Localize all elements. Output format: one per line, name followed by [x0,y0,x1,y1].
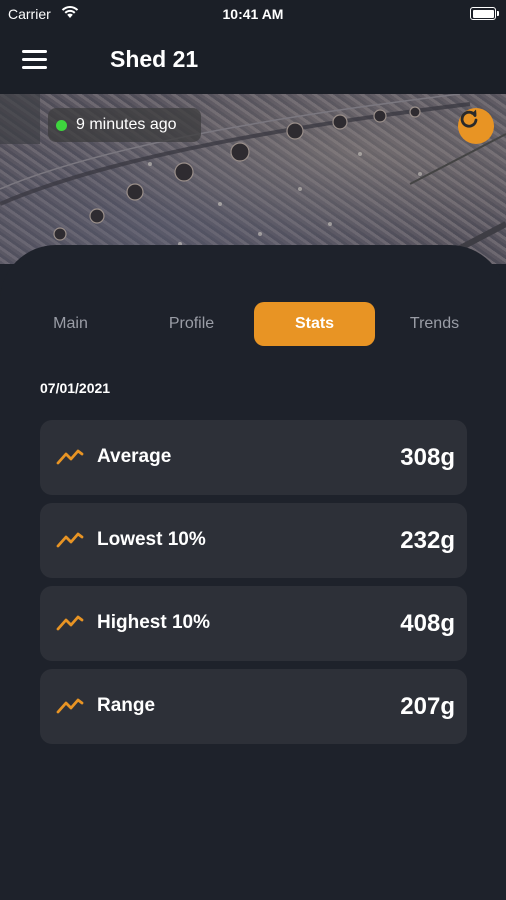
trend-line-icon [56,615,84,631]
stat-value: 408g [400,610,455,637]
tab-profile[interactable]: Profile [131,302,252,346]
stats-date: 07/01/2021 [40,380,111,396]
clock: 10:41 AM [222,6,284,22]
last-updated-text: 9 minutes ago [76,116,177,133]
trend-line-icon [56,532,84,548]
last-updated-badge: 9 minutes ago [48,108,201,142]
stat-row-average: Average 308g [40,420,467,495]
stat-label: Average [97,446,172,467]
app-header: Shed 21 [0,28,506,94]
stat-label: Range [97,695,156,716]
stat-value: 232g [400,527,455,554]
camera-feed-image: 9 minutes ago [0,94,506,264]
tab-bar: Main Profile Stats Trends [10,302,496,346]
tab-main[interactable]: Main [10,302,131,346]
refresh-icon [460,109,478,128]
stat-value: 308g [400,444,455,471]
stat-row-range: Range 207g [40,669,467,744]
tab-trends[interactable]: Trends [374,302,495,346]
stat-row-lowest: Lowest 10% 232g [40,503,467,578]
stat-row-highest: Highest 10% 408g [40,586,467,661]
trend-line-icon [56,449,84,465]
stat-value: 207g [400,693,455,720]
stat-label: Lowest 10% [97,529,206,550]
trend-line-icon [56,698,84,714]
refresh-button[interactable] [458,108,494,144]
content-panel: Main Profile Stats Trends 07/01/2021 Ave… [0,245,506,900]
online-status-dot [56,119,67,131]
status-bar: Carrier 10:41 AM [0,0,506,28]
page-title: Shed 21 [110,46,199,72]
hamburger-menu-icon[interactable] [22,50,47,70]
stat-label: Highest 10% [97,612,210,633]
tab-stats[interactable]: Stats [254,302,375,346]
battery-icon [470,7,499,20]
